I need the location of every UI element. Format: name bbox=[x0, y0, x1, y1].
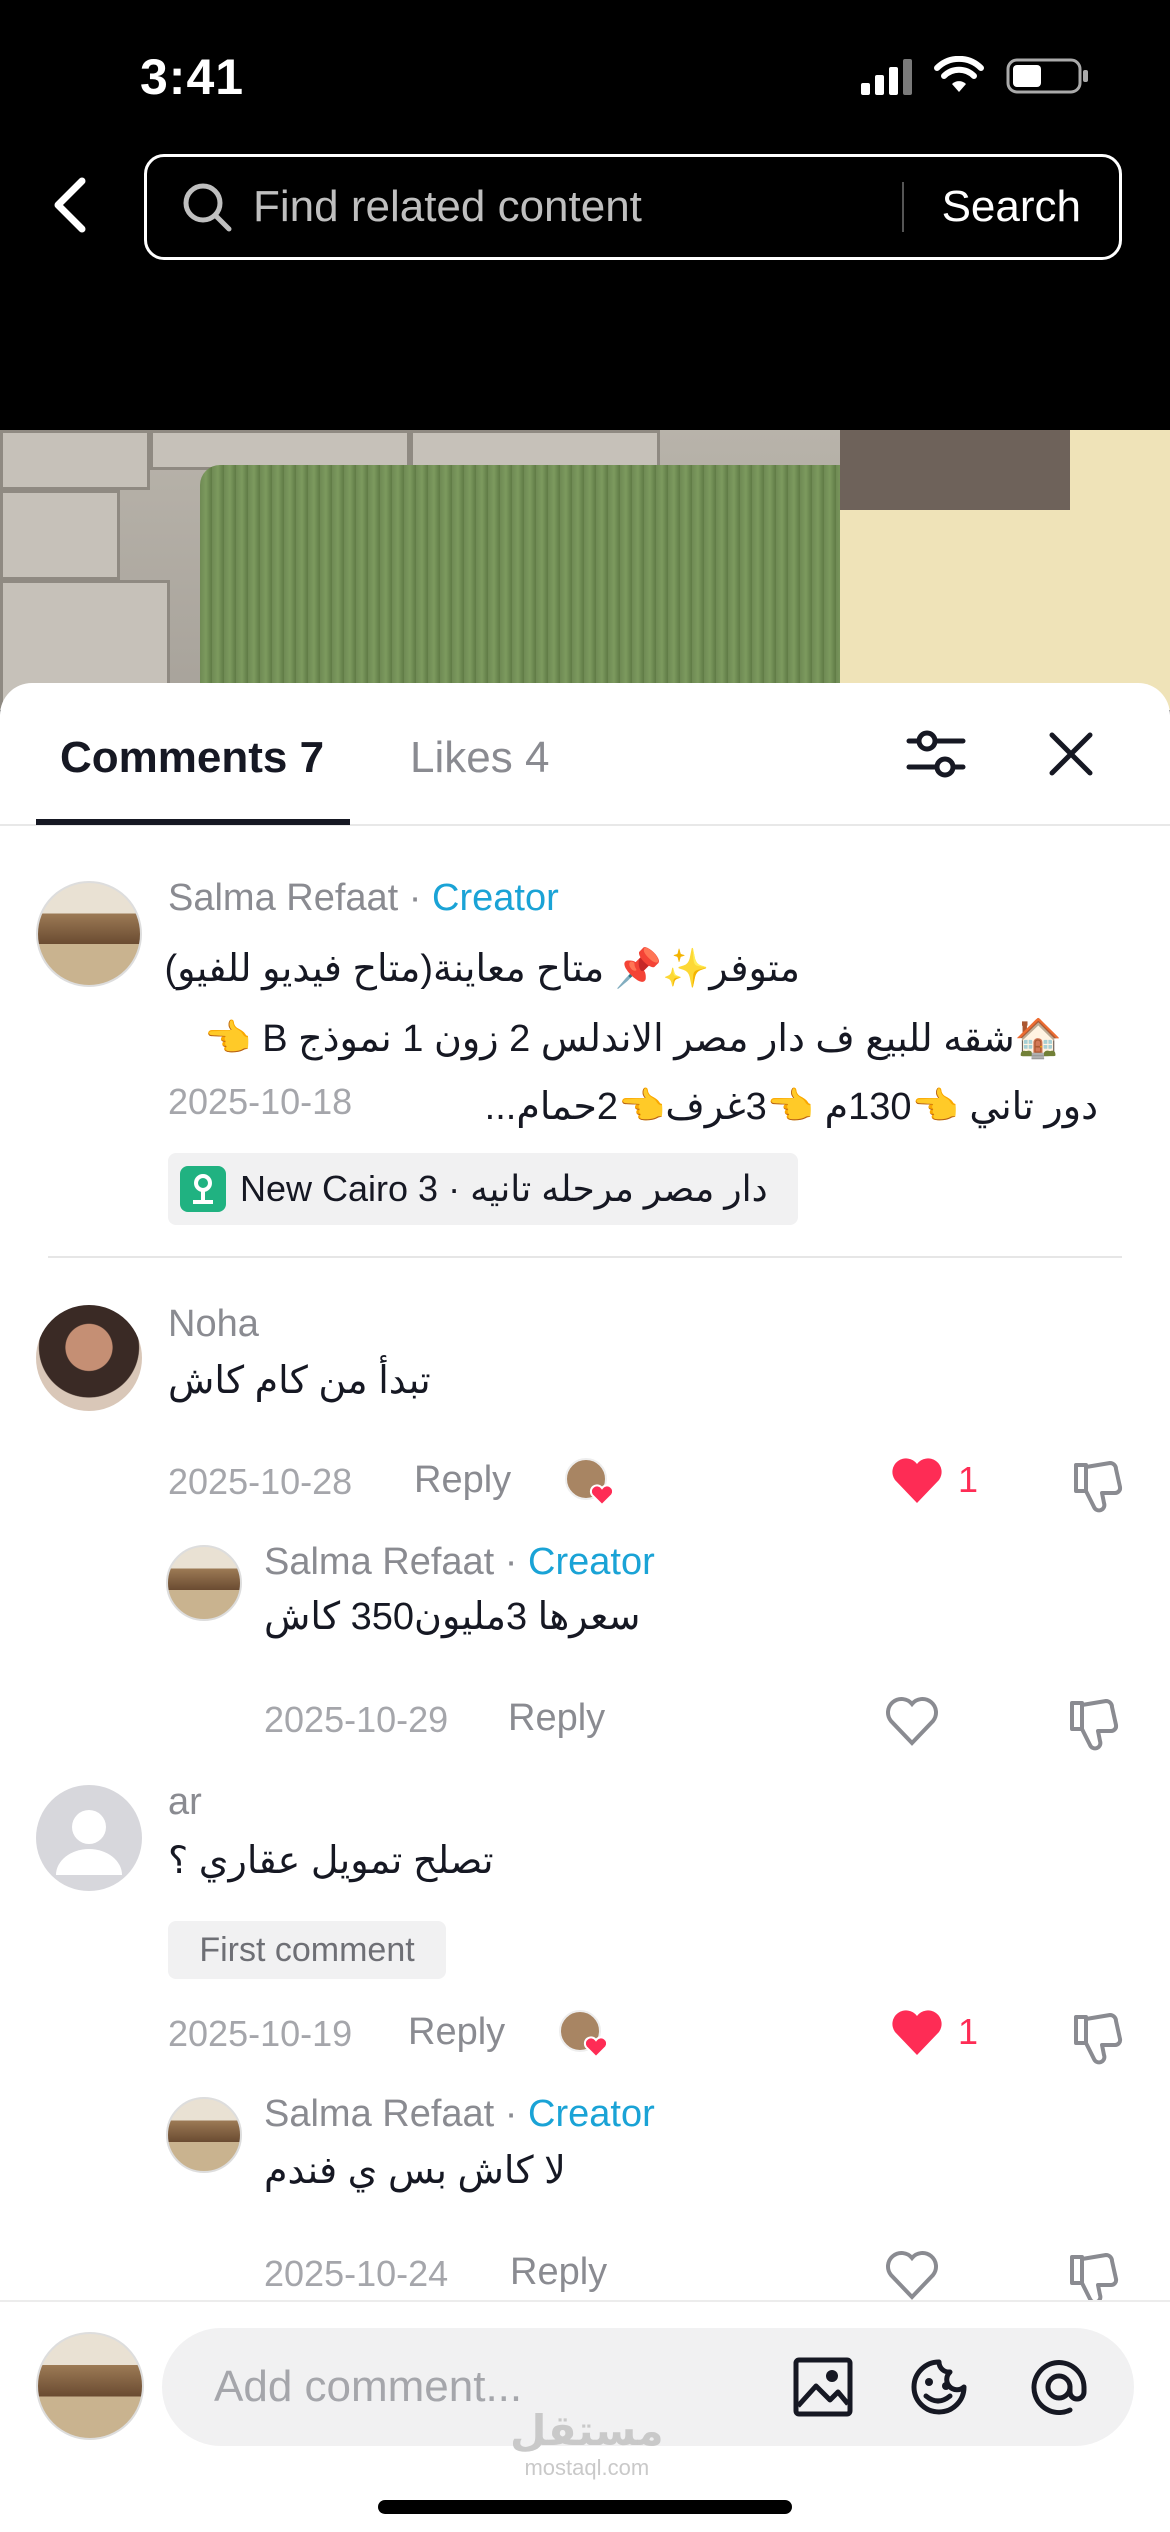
author-separator: · bbox=[494, 1541, 529, 1583]
cellular-signal-icon bbox=[861, 57, 912, 95]
dislike-icon[interactable] bbox=[1070, 2009, 1126, 2065]
search-input[interactable]: Find related content Search bbox=[144, 154, 1122, 260]
status-icons bbox=[861, 56, 1090, 96]
comment-text-line: 🏠شقه للبيع ف دار مصر الاندلس 2 زون 1 نمو… bbox=[204, 1018, 1062, 1060]
watermark-main: مستقل bbox=[510, 2407, 664, 2454]
back-arrow-icon bbox=[54, 177, 86, 233]
image-icon[interactable] bbox=[790, 2354, 856, 2420]
creator-badge: Creator bbox=[528, 1541, 655, 1583]
search-icon bbox=[183, 183, 232, 232]
emoji-icon[interactable] bbox=[906, 2354, 972, 2420]
creator-liked-icon bbox=[565, 1458, 615, 1507]
reply-button[interactable]: Reply bbox=[510, 2251, 607, 2294]
author-separator: · bbox=[494, 2093, 529, 2135]
stone-tile bbox=[150, 430, 410, 470]
reply-button[interactable]: Reply bbox=[414, 1459, 511, 1502]
comment-author-line: Salma Refaat · Creator bbox=[168, 877, 559, 920]
comment-author[interactable]: Salma Refaat bbox=[168, 877, 398, 919]
comment-author[interactable]: ar bbox=[168, 1781, 202, 1824]
comment-text: تصلح تمويل عقاري ؟ bbox=[168, 1840, 494, 1882]
watermark-sub: mostaql.com bbox=[524, 2455, 650, 2480]
search-button[interactable]: Search bbox=[904, 182, 1119, 232]
comment-author-line: Salma Refaat · Creator bbox=[264, 1541, 655, 1584]
status-time: 3:41 bbox=[140, 49, 245, 105]
avatar[interactable] bbox=[36, 881, 142, 987]
default-avatar-icon bbox=[56, 1810, 122, 1875]
home-indicator[interactable] bbox=[378, 2500, 792, 2514]
avatar[interactable] bbox=[166, 2097, 242, 2173]
comment-text: تبدأ من كام كاش bbox=[168, 1360, 431, 1402]
heart-icon bbox=[892, 1458, 942, 1503]
tab-likes[interactable]: Likes 4 bbox=[410, 733, 549, 783]
comment-text-line: دور تاني 👈130م 👈3غرف👈2حمام... bbox=[484, 1086, 1098, 1128]
comment-text: سعرها 3مليون350 كاش bbox=[264, 1596, 641, 1638]
back-button[interactable] bbox=[40, 170, 100, 240]
tab-bar: Comments 7 Likes 4 bbox=[0, 683, 1170, 826]
avatar[interactable] bbox=[36, 1305, 142, 1411]
battery-icon bbox=[1006, 58, 1088, 94]
location-label: New Cairo 3 · دار مصر مرحله تانيه bbox=[240, 1168, 768, 1209]
like-count: 1 bbox=[958, 1459, 979, 1500]
location-icon bbox=[180, 1166, 226, 1212]
mention-icon[interactable] bbox=[1026, 2354, 1092, 2420]
comment-author[interactable]: Noha bbox=[168, 1303, 259, 1346]
watermark: مستقل mostaql.com bbox=[510, 2406, 664, 2481]
avatar[interactable] bbox=[166, 1545, 242, 1621]
comments-sheet: Comments 7 Likes 4 Salma Refaat · Creato… bbox=[0, 683, 1170, 2532]
comment-date: 2025-10-19 bbox=[168, 2013, 353, 2054]
comment-author[interactable]: Salma Refaat bbox=[264, 1541, 494, 1583]
tab-active-indicator bbox=[36, 819, 350, 825]
first-comment-badge: First comment bbox=[168, 1921, 446, 1979]
heart-icon[interactable] bbox=[884, 2247, 940, 2303]
search-placeholder: Find related content bbox=[253, 182, 642, 231]
comment-text: لا كاش بس ي فندم bbox=[264, 2150, 566, 2192]
creator-badge: Creator bbox=[528, 2093, 655, 2135]
comment-date: 2025-10-18 bbox=[168, 1081, 353, 1122]
comment-author-line: Salma Refaat · Creator bbox=[264, 2093, 655, 2136]
grass-panel bbox=[200, 465, 900, 710]
heart-icon bbox=[892, 2010, 942, 2055]
wall-shadow bbox=[840, 430, 1070, 510]
reply-button[interactable]: Reply bbox=[508, 1697, 605, 1740]
dislike-icon[interactable] bbox=[1066, 2249, 1122, 2305]
comment-date: 2025-10-28 bbox=[168, 1461, 353, 1502]
creator-liked-icon bbox=[559, 2010, 609, 2059]
creator-badge: Creator bbox=[432, 877, 559, 919]
comment-author[interactable]: Salma Refaat bbox=[264, 2093, 494, 2135]
dislike-icon[interactable] bbox=[1070, 1457, 1126, 1513]
tab-comments[interactable]: Comments 7 bbox=[60, 733, 324, 783]
dislike-icon[interactable] bbox=[1066, 1695, 1122, 1751]
status-bar: 3:41 bbox=[0, 0, 1170, 140]
reply-button[interactable]: Reply bbox=[408, 2011, 505, 2054]
search-row: Find related content Search bbox=[0, 150, 1170, 260]
like-count: 1 bbox=[958, 2011, 979, 2052]
wifi-icon bbox=[934, 56, 984, 92]
video-preview[interactable] bbox=[0, 430, 1170, 710]
author-separator: · bbox=[398, 877, 433, 919]
comment-input-placeholder: Add comment... bbox=[214, 2362, 523, 2411]
comment-date: 2025-10-29 bbox=[264, 1699, 449, 1740]
location-tag[interactable]: New Cairo 3 · دار مصر مرحله تانيه bbox=[168, 1153, 798, 1225]
comment-input-bar: Add comment... مستقل mostaql.com bbox=[0, 2300, 1170, 2532]
divider bbox=[48, 1256, 1122, 1258]
heart-icon[interactable] bbox=[884, 1693, 940, 1749]
stone-tile bbox=[0, 430, 150, 490]
like-button[interactable]: 1 bbox=[890, 1455, 978, 1505]
close-icon[interactable] bbox=[1040, 723, 1102, 785]
comment-date: 2025-10-24 bbox=[264, 2253, 449, 2294]
avatar[interactable] bbox=[36, 1785, 142, 1891]
stone-tile bbox=[0, 490, 120, 580]
filter-icon[interactable] bbox=[905, 723, 967, 785]
like-button[interactable]: 1 bbox=[890, 2007, 978, 2057]
user-avatar[interactable] bbox=[36, 2332, 144, 2440]
comment-text-line: متوفر✨📌 متاح معاينة(متاح فيديو للفيو) bbox=[164, 948, 800, 990]
